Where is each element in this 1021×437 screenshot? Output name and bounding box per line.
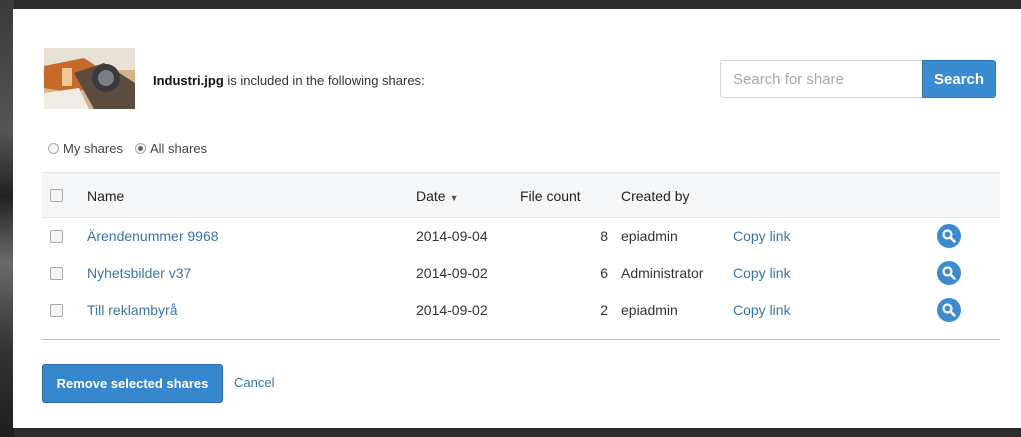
search-icon (942, 266, 956, 280)
shares-dialog: Industri.jpg is included in the followin… (13, 9, 1021, 428)
radio-all-shares[interactable] (134, 143, 146, 154)
table-header: Name Date ▼ File count Created by (42, 172, 1000, 218)
view-share-button[interactable] (937, 224, 961, 248)
copy-link[interactable]: Copy link (733, 228, 791, 244)
table-row: Till reklambyrå 2014-09-02 2 epiadmin Co… (42, 292, 1000, 329)
file-thumbnail (44, 48, 135, 109)
share-created-by: epiadmin (621, 228, 678, 244)
share-filter: My shares All shares (48, 141, 219, 156)
share-intro-text: Industri.jpg is included in the followin… (153, 73, 425, 88)
intro-suffix: is included in the following shares: (223, 73, 425, 88)
select-all-checkbox[interactable] (50, 189, 63, 202)
table-row: Ärendenummer 9968 2014-09-04 8 epiadmin … (42, 218, 1000, 255)
share-file-count: 8 (600, 228, 608, 244)
column-file-count[interactable]: File count (520, 188, 581, 204)
sort-caret-icon: ▼ (449, 193, 459, 203)
thumbnail-image (44, 48, 135, 109)
filter-label: My shares (63, 141, 123, 156)
row-checkbox[interactable] (50, 304, 63, 317)
radio-my-shares[interactable] (48, 143, 59, 154)
share-created-by: epiadmin (621, 302, 678, 318)
search-bar: Search (720, 60, 996, 98)
file-name: Industri.jpg (153, 73, 224, 88)
column-date[interactable]: Date ▼ (416, 188, 459, 204)
search-button[interactable]: Search (922, 60, 996, 98)
share-date: 2014-09-02 (416, 302, 488, 318)
filter-label: All shares (149, 141, 208, 156)
column-created-by[interactable]: Created by (621, 188, 689, 204)
share-file-count: 2 (600, 302, 608, 318)
copy-link[interactable]: Copy link (733, 302, 791, 318)
filter-my-shares[interactable]: My shares (48, 141, 123, 156)
copy-link[interactable]: Copy link (733, 265, 791, 281)
background-overlay (0, 0, 14, 437)
share-name-link[interactable]: Till reklambyrå (87, 302, 178, 318)
share-name-link[interactable]: Nyhetsbilder v37 (87, 265, 191, 281)
share-file-count: 6 (600, 265, 608, 281)
search-icon (942, 229, 956, 243)
search-input[interactable] (720, 60, 922, 98)
share-date: 2014-09-02 (416, 265, 488, 281)
share-name-link[interactable]: Ärendenummer 9968 (87, 228, 219, 244)
view-share-button[interactable] (937, 261, 961, 285)
column-name[interactable]: Name (87, 188, 124, 204)
row-checkbox[interactable] (50, 267, 63, 280)
search-icon (942, 303, 956, 317)
table-row: Nyhetsbilder v37 2014-09-02 6 Administra… (42, 255, 1000, 292)
share-created-by: Administrator (621, 265, 704, 281)
column-date-label: Date (416, 188, 446, 204)
row-checkbox[interactable] (50, 230, 63, 243)
remove-selected-shares-button[interactable]: Remove selected shares (42, 364, 223, 403)
cancel-link[interactable]: Cancel (234, 375, 274, 390)
view-share-button[interactable] (937, 298, 961, 322)
table-divider (42, 339, 1000, 340)
share-date: 2014-09-04 (416, 228, 488, 244)
filter-all-shares[interactable]: All shares (134, 141, 208, 156)
